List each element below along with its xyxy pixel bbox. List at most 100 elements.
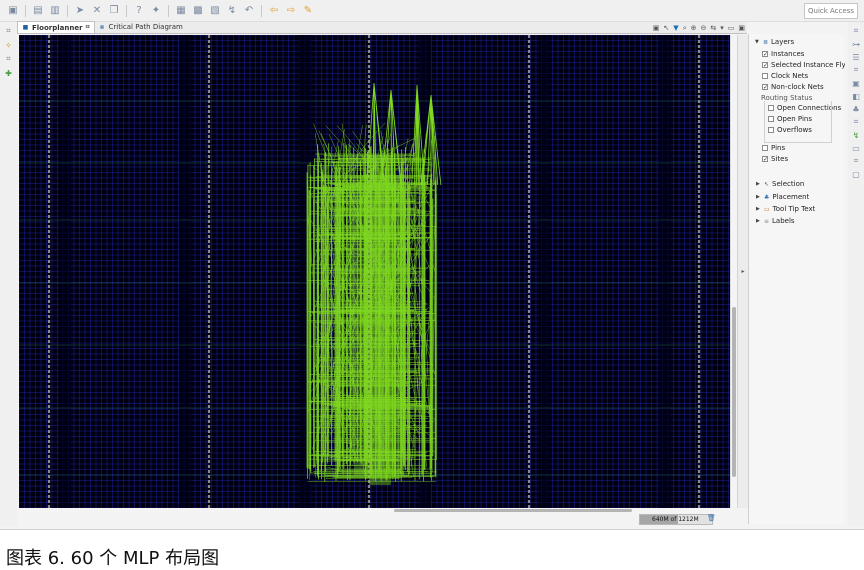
trash-icon[interactable]: 🗑 [707, 514, 716, 522]
vertical-scroll-thumb[interactable] [732, 307, 736, 477]
section-placement[interactable]: ▶ ♣ Placement [756, 192, 809, 202]
pin-icon[interactable]: ⌗ [4, 54, 14, 64]
panel-collapse-handle[interactable]: ▸ [737, 35, 748, 508]
tab-floorplanner[interactable]: ■ Floorplanner ⌗ [17, 21, 95, 33]
pin-icon[interactable]: ⌗ [4, 26, 14, 36]
hierarchy-icon[interactable]: ⊶ [851, 39, 861, 49]
placement-icon: ♣ [764, 193, 770, 201]
zoom-fit-icon[interactable]: ⌕ [683, 24, 687, 33]
tree-icon[interactable]: ♣ [851, 104, 861, 114]
figure-caption: 图表 6. 60 个 MLP 布局图 [6, 548, 220, 569]
close-icon[interactable]: ⌗ [86, 23, 90, 32]
checkbox[interactable]: ✓ [762, 156, 768, 163]
floorplan-canvas[interactable] [19, 35, 730, 508]
chevron-right-icon[interactable]: ▶ [756, 181, 761, 187]
layer-item-pins[interactable]: Pins [762, 143, 785, 153]
tab-label: Critical Path Diagram [108, 23, 183, 31]
zoom-in-icon[interactable]: ⊕ [691, 24, 697, 32]
chevron-right-icon[interactable]: ▶ [756, 206, 761, 212]
print-icon[interactable]: ▥ [48, 4, 62, 18]
main-toolbar: ▣ ▤ ▥ ➤ ✕ ❐ ? ✦ ▦ ▩ ▧ ↯ ↶ ⇦ ⇨ ✎ Quick Ac… [0, 0, 864, 22]
tooltip-icon: ▭ [764, 205, 770, 213]
route-icon[interactable]: ↯ [225, 4, 239, 18]
save-icon[interactable]: ▤ [31, 4, 45, 18]
section-selection[interactable]: ▶ ↖ Selection [756, 179, 804, 189]
checkbox[interactable]: ✓ [762, 84, 768, 91]
layer-item-clock-nets[interactable]: Clock Nets [762, 71, 808, 81]
layer-label: Selected Instance Fly [771, 61, 845, 69]
chevron-down-icon[interactable]: ▾ [720, 24, 724, 32]
left-trim-bar: ⌗ ✧ ⌗ ✚ [0, 22, 17, 526]
section-label: Tool Tip Text [772, 205, 816, 213]
status-bar: 640M of 1212M 🗑 [17, 513, 747, 526]
layers-header[interactable]: ▼ ≣ Layers [755, 37, 794, 47]
label-icon: ≡ [764, 217, 770, 225]
console-icon[interactable]: ▢ [851, 169, 861, 179]
pin-icon[interactable]: ⌗ [851, 117, 861, 127]
run-icon[interactable]: ➤ [73, 4, 87, 18]
chevron-right-icon[interactable]: ▶ [756, 218, 761, 224]
maximize-icon[interactable]: ▣ [738, 24, 745, 32]
layer-item-instances[interactable]: ✓ Instances [762, 49, 804, 59]
chip-icon[interactable]: ▣ [851, 78, 861, 88]
tab-critical-path[interactable]: ⊗ Critical Path Diagram [95, 21, 187, 33]
view-tools: ▣ ↖ ▼ ⌕ ⊕ ⊖ ⇆ ▾ ▭ ▣ [653, 22, 745, 34]
minimize-icon[interactable]: ▭ [728, 24, 735, 32]
chip-icon[interactable]: ▧ [208, 4, 222, 18]
toolbar-separator [25, 4, 26, 17]
help-icon[interactable]: ? [132, 4, 146, 18]
checkbox[interactable] [762, 73, 768, 79]
memory-text: 640M of 1212M [652, 516, 699, 523]
file-icon[interactable]: ▭ [851, 143, 861, 153]
chevron-right-icon[interactable]: ▶ [756, 194, 761, 200]
block-column [59, 35, 71, 508]
pin-icon[interactable]: ✎ [301, 4, 315, 18]
section-labels[interactable]: ▶ ≡ Labels [756, 216, 795, 226]
list-icon[interactable]: ☰ [851, 52, 861, 62]
forward-icon[interactable]: ⇨ [284, 4, 298, 18]
checkbox[interactable]: ✓ [762, 62, 768, 69]
wand-icon[interactable]: ✧ [4, 40, 14, 50]
pin-icon[interactable]: ⌗ [851, 26, 861, 36]
layer-item-sites[interactable]: ✓ Sites [762, 154, 788, 164]
grid-icon[interactable]: ▩ [191, 4, 205, 18]
memory-indicator[interactable]: 640M of 1212M [639, 514, 713, 525]
layout-icon[interactable]: ◧ [851, 91, 861, 101]
layer-item-nonclock-nets[interactable]: ✓ Non-clock Nets [762, 82, 824, 92]
folder-icon[interactable]: ▣ [6, 4, 20, 18]
back-icon[interactable]: ⇦ [267, 4, 281, 18]
copy-icon[interactable]: ❐ [107, 4, 121, 18]
layers-icon[interactable]: ▼ [673, 24, 678, 32]
pin-icon[interactable]: ⌗ [851, 65, 861, 75]
layout-icon[interactable]: ▦ [174, 4, 188, 18]
layer-item-selected-instance[interactable]: ✓ Selected Instance Fly [762, 60, 845, 70]
layer-label: Pins [771, 144, 786, 152]
chevron-right-icon[interactable]: ▸ [741, 268, 744, 275]
select-icon[interactable]: ↖ [663, 24, 669, 32]
route-icon[interactable]: ⇆ [710, 24, 716, 32]
pin-icon[interactable]: ⌗ [851, 156, 861, 166]
quick-access-input[interactable]: Quick Access [804, 3, 858, 19]
chevron-down-icon[interactable]: ▼ [755, 39, 760, 45]
block-column [659, 35, 671, 508]
checkbox[interactable]: ✓ [762, 51, 768, 58]
layers-icon: ≣ [763, 38, 769, 46]
horizontal-scroll-thumb[interactable] [394, 509, 632, 512]
toolbar-separator [67, 4, 68, 17]
block-column [179, 35, 191, 508]
debug-icon[interactable]: ✦ [149, 4, 163, 18]
checkbox[interactable] [762, 145, 768, 151]
toolbar-separator [168, 4, 169, 17]
editor-tabbar: ■ Floorplanner ⌗ ⊗ Critical Path Diagram… [17, 21, 747, 34]
chip-icon[interactable]: ▣ [653, 24, 660, 32]
zoom-out-icon[interactable]: ⊖ [700, 24, 706, 32]
add-icon[interactable]: ✚ [4, 68, 14, 78]
section-label: Selection [772, 180, 805, 188]
delete-icon[interactable]: ✕ [90, 4, 104, 18]
layer-label: Instances [771, 50, 805, 58]
undo-icon[interactable]: ↶ [242, 4, 256, 18]
route-icon[interactable]: ↯ [851, 130, 861, 140]
layer-label: Clock Nets [771, 72, 809, 80]
vertical-scrollbar[interactable] [730, 35, 737, 508]
section-tooltip-text[interactable]: ▶ ▭ Tool Tip Text [756, 204, 815, 214]
